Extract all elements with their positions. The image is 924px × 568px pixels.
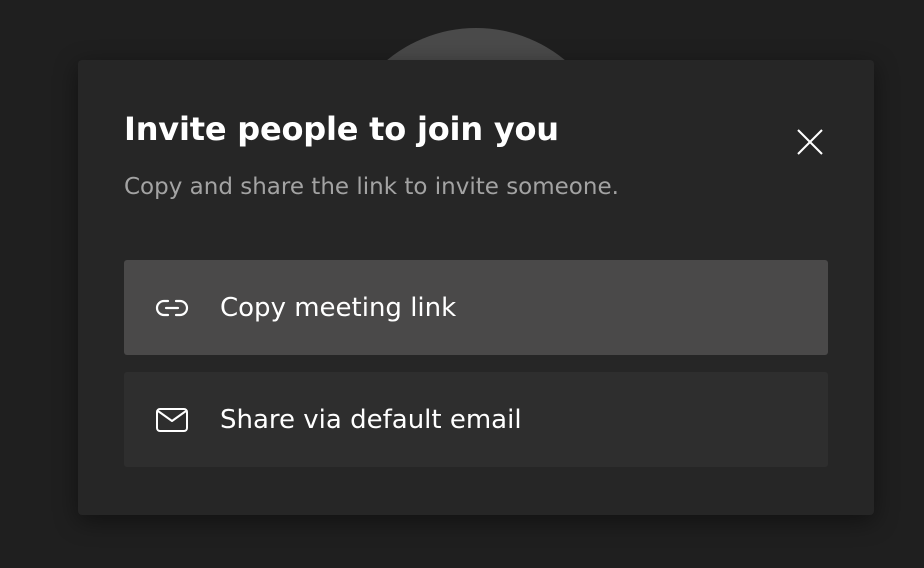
- copy-meeting-link-button[interactable]: Copy meeting link: [124, 260, 828, 355]
- share-via-email-label: Share via default email: [220, 404, 522, 435]
- dialog-title: Invite people to join you: [124, 110, 559, 148]
- invite-dialog: Invite people to join you Copy and share…: [78, 60, 874, 515]
- copy-meeting-link-label: Copy meeting link: [220, 292, 457, 323]
- mail-icon: [154, 406, 190, 434]
- close-icon: [797, 129, 823, 155]
- dialog-subtitle: Copy and share the link to invite someon…: [124, 174, 619, 200]
- close-button[interactable]: [790, 122, 830, 162]
- share-via-email-button[interactable]: Share via default email: [124, 372, 828, 467]
- link-icon: [154, 294, 190, 322]
- meeting-screen: Invite people to join you Copy and share…: [0, 0, 924, 568]
